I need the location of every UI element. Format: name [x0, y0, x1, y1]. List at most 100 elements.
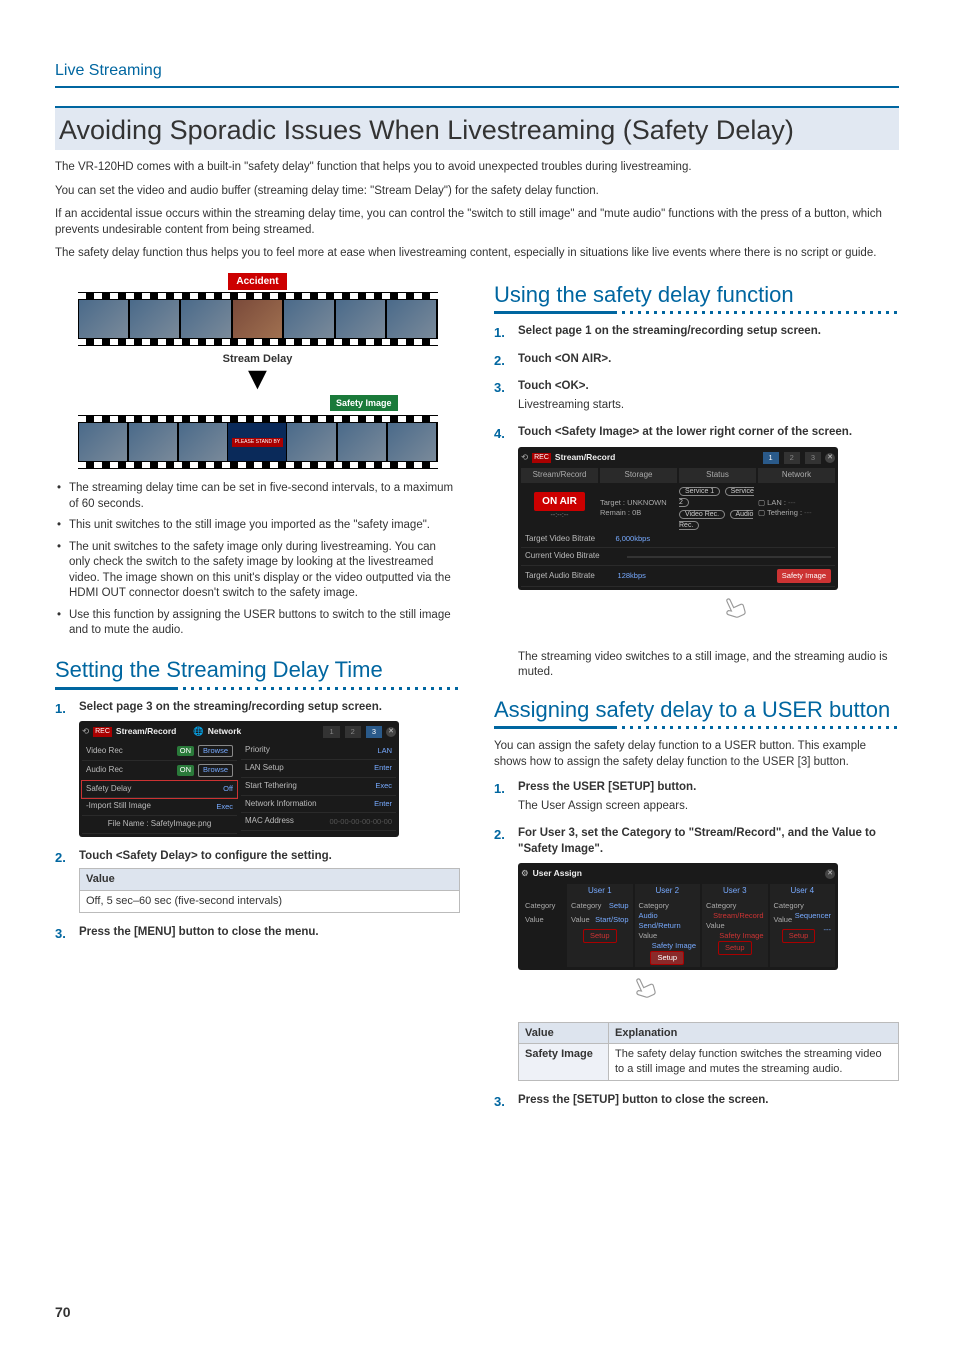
standby-text: PLEASE STAND BY — [232, 438, 283, 447]
safety-image-label: Safety Image — [330, 395, 398, 411]
intro-p3: If an accidental issue occurs within the… — [55, 207, 899, 238]
row-label[interactable]: Safety Delay — [86, 784, 223, 795]
user-assign-screenshot: ⚙ User Assign ✕ Category Value User 1 — [518, 863, 838, 970]
toggle-on[interactable]: ON — [177, 746, 194, 756]
heading-set-delay: Setting the Streaming Delay Time — [55, 655, 460, 685]
val-value[interactable]: Safety Image — [719, 931, 763, 941]
heading-assign-user: Assigning safety delay to a USER button — [494, 695, 899, 725]
close-icon[interactable]: ✕ — [825, 453, 835, 463]
step-note: The User Assign screen appears. — [518, 799, 899, 815]
step-title: Press the USER [SETUP] button. — [518, 780, 899, 796]
gear-icon: ⚙ — [521, 868, 529, 879]
val-value[interactable]: Safety Image — [652, 941, 696, 951]
table-header-explanation: Explanation — [609, 1022, 899, 1044]
row-label[interactable]: Start Tethering — [245, 781, 375, 792]
after-note: The streaming video switches to a still … — [518, 650, 899, 681]
notes-list: The streaming delay time can be set in f… — [55, 481, 460, 639]
page-tab-2[interactable]: 2 — [784, 452, 800, 464]
pointer-hand-icon — [711, 588, 766, 644]
step-title: Touch <Safety Image> at the lower right … — [518, 425, 899, 441]
row-label[interactable]: Video Rec — [86, 746, 177, 757]
cat-value[interactable]: Audio Send/Return — [639, 911, 697, 931]
left-column: Accident Stream Delay ▼ Safety Image PLE… — [55, 272, 460, 1121]
filmstrip-after: PLEASE STAND BY — [78, 415, 438, 469]
row-header: Value — [521, 913, 565, 927]
row-value: LAN — [377, 746, 392, 756]
row-value: Enter — [374, 763, 392, 773]
back-icon[interactable]: ⟲ — [521, 452, 528, 463]
row-label: File Name : SafetyImage.png — [86, 819, 233, 830]
safety-image-button[interactable]: Safety Image — [777, 569, 831, 583]
col-header: Storage — [600, 468, 677, 483]
user-col-header: User 4 — [770, 884, 836, 899]
globe-icon: 🌐 — [193, 726, 204, 737]
cat-value[interactable]: Stream/Record — [713, 911, 763, 921]
setup-button[interactable]: Setup — [650, 951, 684, 965]
table-explanation: The safety delay function switches the s… — [609, 1044, 899, 1081]
toggle-on[interactable]: ON — [177, 765, 194, 775]
close-icon[interactable]: ✕ — [825, 869, 835, 879]
page-number: 70 — [55, 1303, 71, 1322]
cat-value[interactable]: Sequencer — [795, 911, 831, 921]
net-tether: Tethering : — [767, 508, 802, 517]
steps-using-safety: Select page 1 on the streaming/recording… — [494, 324, 899, 637]
page-title: Avoiding Sporadic Issues When Livestream… — [55, 106, 899, 150]
row-label: Current Video Bitrate — [525, 551, 627, 562]
row-value: Exec — [216, 802, 233, 812]
row-header: Category — [521, 899, 565, 913]
heading-underline — [494, 311, 899, 314]
storage-remain: Remain : 0B — [600, 508, 677, 518]
section-breadcrumb: Live Streaming — [55, 60, 899, 88]
row-label[interactable]: -Import Still Image — [86, 801, 216, 812]
setup-button[interactable]: Setup — [583, 929, 617, 943]
rec-icon: REC — [532, 453, 551, 462]
col-header: Status — [679, 468, 756, 483]
row-label[interactable]: Audio Rec — [86, 765, 177, 776]
back-icon[interactable]: ⟲ — [82, 726, 89, 737]
storage-target: Target : UNKNOWN — [600, 498, 677, 508]
timer-display: --:--:-- — [521, 511, 598, 520]
close-icon[interactable]: ✕ — [386, 727, 396, 737]
page-tab-2[interactable]: 2 — [345, 726, 361, 738]
assign-body: You can assign the safety delay function… — [494, 739, 899, 770]
page-tab-3[interactable]: 3 — [366, 726, 382, 738]
screen-title: Stream/Record — [116, 726, 189, 737]
status-pill[interactable]: Video Rec. — [679, 510, 725, 519]
user-col-header: User 1 — [567, 884, 633, 899]
net-lan: LAN : — [767, 498, 786, 507]
table-header-value: Value — [519, 1022, 609, 1044]
val-value[interactable]: Start/Stop — [595, 915, 628, 925]
filmstrip-before — [78, 292, 438, 346]
page-tab-3[interactable]: 3 — [805, 452, 821, 464]
pointer-hand-icon — [621, 968, 676, 1024]
step-title: Touch <ON AIR>. — [518, 352, 899, 368]
row-label[interactable]: Priority — [245, 745, 377, 756]
page-tab-1[interactable]: 1 — [323, 726, 339, 738]
intro-p2: You can set the video and audio buffer (… — [55, 184, 899, 200]
on-air-button[interactable]: ON AIR — [534, 492, 585, 511]
page-tab-1[interactable]: 1 — [763, 452, 779, 464]
status-pill[interactable]: Service 1 — [679, 487, 720, 496]
row-value: 128kbps — [618, 571, 646, 581]
row-label[interactable]: Network Information — [245, 799, 374, 810]
col-header: Stream/Record — [521, 468, 598, 483]
row-label: Target Video Bitrate — [525, 534, 615, 545]
row-label[interactable]: LAN Setup — [245, 763, 374, 774]
setup-button[interactable]: Setup — [782, 929, 816, 943]
screen-title: Stream/Record — [555, 452, 654, 463]
browse-button[interactable]: Browse — [198, 764, 233, 776]
browse-button[interactable]: Browse — [198, 745, 233, 757]
step-title: Select page 1 on the streaming/recording… — [518, 324, 899, 340]
user-col-header: User 2 — [635, 884, 701, 899]
col-header: Network — [758, 468, 835, 483]
steps-assign-user: Press the USER [SETUP] button. The User … — [494, 780, 899, 1108]
cat-value[interactable]: Setup — [609, 901, 629, 911]
setup-button[interactable]: Setup — [718, 941, 752, 955]
row-value: Exec — [375, 781, 392, 791]
val-value[interactable]: --- — [824, 925, 832, 935]
row-value: 00-00-00-00-00-00 — [329, 817, 392, 827]
rec-icon: REC — [93, 727, 112, 736]
heading-underline — [494, 726, 899, 729]
row-value: 6,000kbps — [615, 534, 650, 544]
safety-delay-diagram: Accident Stream Delay ▼ Safety Image PLE… — [55, 272, 460, 470]
